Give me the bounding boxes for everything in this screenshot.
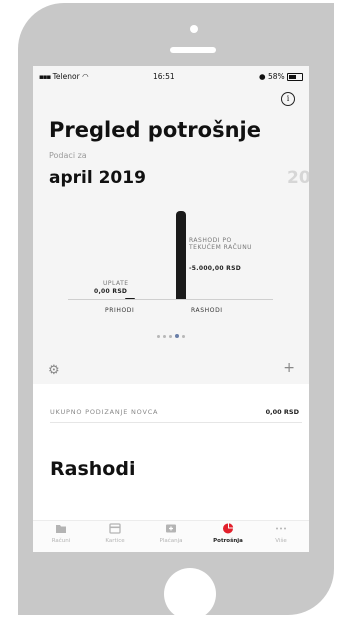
bar-label-prihodi: UPLATE <box>103 280 129 287</box>
withdrawal-label: UKUPNO PODIZANJE NOVCA <box>50 408 159 416</box>
alarm-icon: ● <box>259 72 266 81</box>
tab-potrosnja[interactable]: Potrošnja <box>203 523 253 544</box>
carrier: ▪▪▪ Telenor ◠ <box>39 72 89 81</box>
section-title: Rashodi <box>50 458 136 480</box>
gear-icon[interactable]: ⚙ <box>48 363 60 378</box>
tab-placanja[interactable]: Plaćanja <box>146 523 196 544</box>
speaker <box>170 47 216 53</box>
withdrawal-value: 0,00 RSD <box>265 408 299 416</box>
add-icon[interactable]: + <box>283 360 295 376</box>
payment-icon <box>166 524 176 533</box>
page-dot[interactable] <box>175 334 179 338</box>
carrier-name: Telenor <box>52 72 80 81</box>
bar-rashodi[interactable] <box>176 211 186 299</box>
bar-value-prihodi: 0,00 RSD <box>94 288 128 295</box>
next-month-peek[interactable]: 20 <box>287 168 309 188</box>
income-expense-chart: UPLATE 0,00 RSD RASHODI PO TEKUĆEM RAČUN… <box>33 201 309 321</box>
page-dot[interactable] <box>163 335 166 338</box>
app-screen: ▪▪▪ Telenor ◠ 16:51 ● 58% i Pregled potr… <box>33 66 309 552</box>
signal-icon: ▪▪▪ <box>39 73 51 81</box>
clock: 16:51 <box>153 72 175 81</box>
divider <box>50 422 302 423</box>
current-month[interactable]: april 2019 <box>49 168 146 188</box>
battery: ● 58% <box>259 72 303 81</box>
more-icon <box>276 527 286 530</box>
page-dot[interactable] <box>169 335 172 338</box>
status-bar: ▪▪▪ Telenor ◠ 16:51 ● 58% <box>33 66 309 86</box>
tab-label: Računi <box>51 538 71 544</box>
category-prihodi: PRIHODI <box>105 307 135 314</box>
card-icon <box>109 523 121 534</box>
tab-racuni[interactable]: Računi <box>36 523 86 544</box>
battery-icon <box>287 73 303 81</box>
bar-prihodi[interactable] <box>125 298 135 299</box>
battery-percent: 58% <box>267 72 285 81</box>
page-dot[interactable] <box>182 335 185 338</box>
tab-label: Potrošnja <box>213 538 243 544</box>
tab-bar: Računi Kartice Plaćanja Potrošnja Više <box>33 520 309 552</box>
folder-icon <box>56 525 66 533</box>
wifi-icon: ◠ <box>82 72 89 81</box>
bar-value-rashodi: -5.000,00 RSD <box>189 265 242 272</box>
tab-label: Kartice <box>105 538 125 544</box>
bar-label-rashodi: RASHODI PO TEKUĆEM RAČUNU <box>189 237 253 251</box>
home-button[interactable] <box>164 568 216 620</box>
page-subtitle: Podaci za <box>49 151 87 160</box>
tab-label: Plaćanja <box>159 538 183 544</box>
tab-vise[interactable]: Više <box>256 523 306 544</box>
tab-label: Više <box>275 538 287 544</box>
pie-chart-icon <box>223 523 234 534</box>
camera <box>190 25 198 33</box>
page-indicator <box>33 334 309 338</box>
info-icon[interactable]: i <box>281 92 295 106</box>
page-title: Pregled potrošnje <box>49 118 261 142</box>
tab-kartice[interactable]: Kartice <box>90 523 140 544</box>
chart-axis <box>68 299 273 300</box>
category-rashodi: RASHODI <box>191 307 223 314</box>
page-dot[interactable] <box>157 335 160 338</box>
